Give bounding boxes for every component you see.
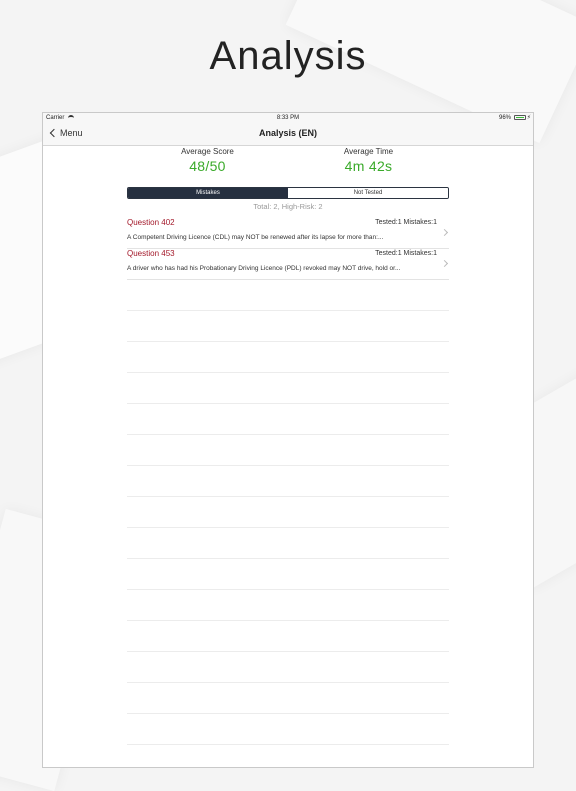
empty-row <box>127 745 449 767</box>
empty-row <box>127 311 449 342</box>
question-list: Question 402 Tested:1 Mistakes:1 A Compe… <box>127 218 449 767</box>
summary-text: Total: 2, High-Risk: 2 <box>253 202 323 211</box>
navigation-bar: Menu Analysis (EN) <box>43 123 533 146</box>
chevron-right-icon <box>440 228 449 237</box>
empty-row <box>127 466 449 497</box>
empty-row <box>127 559 449 590</box>
chevron-right-icon <box>440 259 449 268</box>
stats-panel: Average Score 48/50 Average Time 4m 42s <box>127 147 449 187</box>
empty-row <box>127 621 449 652</box>
average-time: Average Time 4m 42s <box>288 147 449 187</box>
charging-icon: ⚡ <box>526 115 531 121</box>
empty-row <box>127 435 449 466</box>
device-screen: Carrier 8:33 PM 96% ⚡ Menu Analysis (EN)… <box>42 112 534 768</box>
question-meta: Tested:1 Mistakes:1 <box>375 250 437 257</box>
question-title: Question 402 <box>127 218 175 227</box>
empty-row <box>127 497 449 528</box>
empty-row <box>127 373 449 404</box>
status-bar: Carrier 8:33 PM 96% ⚡ <box>43 113 533 123</box>
question-meta: Tested:1 Mistakes:1 <box>375 219 437 226</box>
empty-row <box>127 652 449 683</box>
average-score-label: Average Score <box>181 147 234 156</box>
segmented-control: Mistakes Not Tested <box>127 187 449 199</box>
average-time-value: 4m 42s <box>344 158 393 174</box>
empty-row <box>127 714 449 745</box>
average-time-label: Average Time <box>343 147 394 156</box>
empty-row <box>127 683 449 714</box>
empty-row <box>127 590 449 621</box>
tab-mistakes[interactable]: Mistakes <box>128 188 288 198</box>
average-score: Average Score 48/50 <box>127 147 288 187</box>
tab-not-tested[interactable]: Not Tested <box>288 188 448 198</box>
battery-icon <box>514 115 526 120</box>
question-title: Question 453 <box>127 249 175 258</box>
empty-row <box>127 404 449 435</box>
empty-row <box>127 280 449 311</box>
page-title: Analysis (EN) <box>258 128 318 138</box>
promo-title: Analysis <box>209 34 367 78</box>
question-text: A Competent Driving Licence (CDL) may NO… <box>127 234 384 241</box>
status-time: 8:33 PM <box>276 115 300 121</box>
average-score-value: 48/50 <box>189 158 226 174</box>
analysis-content: Average Score 48/50 Average Time 4m 42s … <box>127 147 449 767</box>
list-item[interactable]: Question 453 Tested:1 Mistakes:1 A drive… <box>127 249 449 280</box>
empty-row <box>127 342 449 373</box>
empty-row <box>127 528 449 559</box>
question-text: A driver who has had his Probationary Dr… <box>127 265 401 272</box>
battery-percentage: 96% <box>498 115 511 121</box>
list-item[interactable]: Question 402 Tested:1 Mistakes:1 A Compe… <box>127 218 449 249</box>
